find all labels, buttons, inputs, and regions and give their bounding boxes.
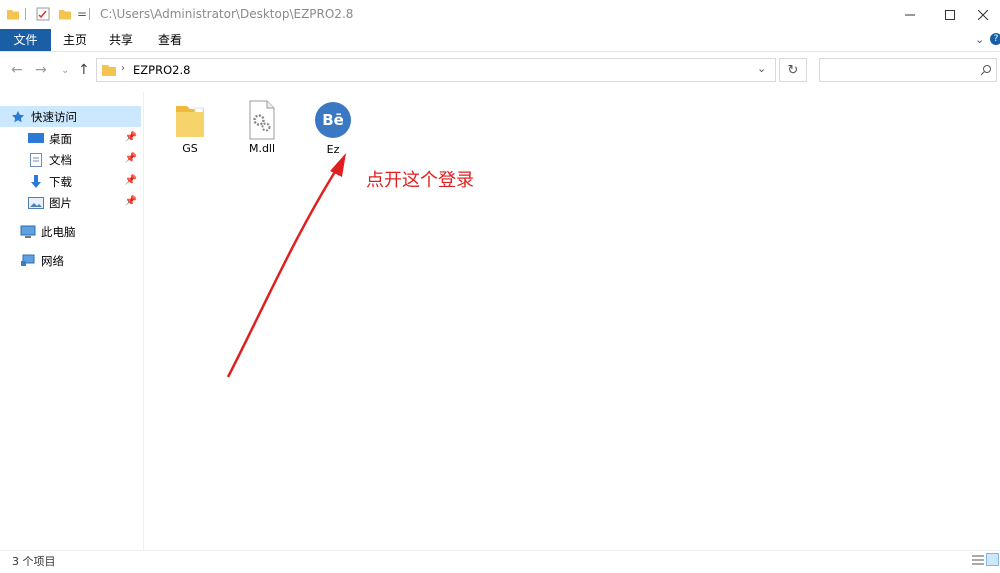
dll-file-icon <box>249 100 275 140</box>
up-arrow-icon[interactable]: ↑ <box>78 62 90 78</box>
search-icon <box>980 65 991 76</box>
desktop-icon <box>28 132 44 146</box>
sidebar-item-documents[interactable]: 文档 📌 <box>0 149 141 170</box>
sidebar-item-label: 下载 <box>49 174 72 189</box>
help-icon[interactable]: ? <box>990 33 1000 45</box>
picture-icon <box>28 196 44 210</box>
divider <box>89 8 90 20</box>
window-path: C:\Users\Administrator\Desktop\EZPRO2.8 <box>100 7 354 21</box>
document-icon <box>28 152 44 167</box>
maximize-icon <box>945 9 955 20</box>
folder-icon <box>7 10 19 20</box>
forward-arrow-icon[interactable]: → <box>35 62 47 78</box>
address-bar[interactable]: › EZPRO2.8 ⌄ <box>96 58 776 82</box>
quick-access-dropdown-icon[interactable]: = <box>77 7 87 21</box>
minimize-icon <box>905 14 915 15</box>
tab-view[interactable]: 查看 <box>152 29 188 51</box>
sidebar-item-label: 此电脑 <box>41 224 76 239</box>
search-input[interactable] <box>819 58 997 82</box>
pin-icon[interactable]: 📌 <box>125 175 137 186</box>
address-dropdown-icon[interactable]: ⌄ <box>757 62 766 75</box>
refresh-button[interactable]: ↻ <box>779 58 807 82</box>
tab-home[interactable]: 主页 <box>57 29 93 51</box>
sidebar-item-downloads[interactable]: 下载 📌 <box>0 171 141 192</box>
recent-locations-chevron-icon[interactable]: ⌄ <box>61 65 69 76</box>
sidebar-item-label: 网络 <box>41 253 64 268</box>
annotation-arrow <box>226 153 346 378</box>
pin-icon[interactable]: 📌 <box>125 132 137 143</box>
status-bar <box>0 550 1000 573</box>
properties-icon[interactable] <box>36 7 50 21</box>
file-name: GS <box>182 142 198 155</box>
folder-icon <box>102 65 116 76</box>
close-button[interactable] <box>960 0 1000 29</box>
refresh-icon: ↻ <box>787 62 799 78</box>
item-count: 3 个项目 <box>12 555 56 568</box>
divider <box>25 8 26 20</box>
back-arrow-icon[interactable]: ← <box>11 62 23 78</box>
computer-icon <box>20 225 36 239</box>
expand-ribbon-icon[interactable]: ⌄ <box>975 33 984 46</box>
sidebar-item-label: 桌面 <box>49 131 72 146</box>
file-item-gs[interactable]: GS <box>155 100 225 155</box>
app-icon: Bē <box>315 102 351 138</box>
breadcrumb-separator-icon: › <box>121 63 125 74</box>
pin-icon[interactable]: 📌 <box>125 153 137 164</box>
tab-file[interactable]: 文件 <box>0 29 51 51</box>
annotation-text: 点开这个登录 <box>366 170 474 191</box>
sidebar-item-pictures[interactable]: 图片 📌 <box>0 192 141 213</box>
star-icon <box>10 110 26 124</box>
sidebar-item-label: 快速访问 <box>31 109 77 124</box>
tab-share[interactable]: 共享 <box>103 29 139 51</box>
new-folder-icon[interactable] <box>58 7 72 21</box>
breadcrumb-folder[interactable]: EZPRO2.8 <box>133 63 190 77</box>
sidebar-item-desktop[interactable]: 桌面 📌 <box>0 128 141 149</box>
app-icon-badge: Bē <box>322 111 344 129</box>
details-view-icon[interactable] <box>972 554 984 566</box>
ribbon: 文件 主页 共享 查看 ⌄ ? <box>0 29 1000 52</box>
sidebar-item-label: 图片 <box>49 195 72 210</box>
pin-icon[interactable]: 📌 <box>125 196 137 207</box>
title-bar: = C:\Users\Administrator\Desktop\EZPRO2.… <box>0 0 1000 29</box>
network-icon <box>20 254 36 268</box>
folder-icon <box>176 106 204 137</box>
large-icons-view-icon[interactable] <box>986 553 999 566</box>
sidebar-item-label: 文档 <box>49 152 72 167</box>
sidebar-item-this-pc[interactable]: 此电脑 <box>0 221 141 242</box>
download-icon <box>28 174 44 189</box>
close-icon <box>978 9 988 20</box>
sidebar-item-network[interactable]: 网络 <box>0 250 141 271</box>
sidebar-item-quick-access[interactable]: 快速访问 <box>0 106 141 127</box>
